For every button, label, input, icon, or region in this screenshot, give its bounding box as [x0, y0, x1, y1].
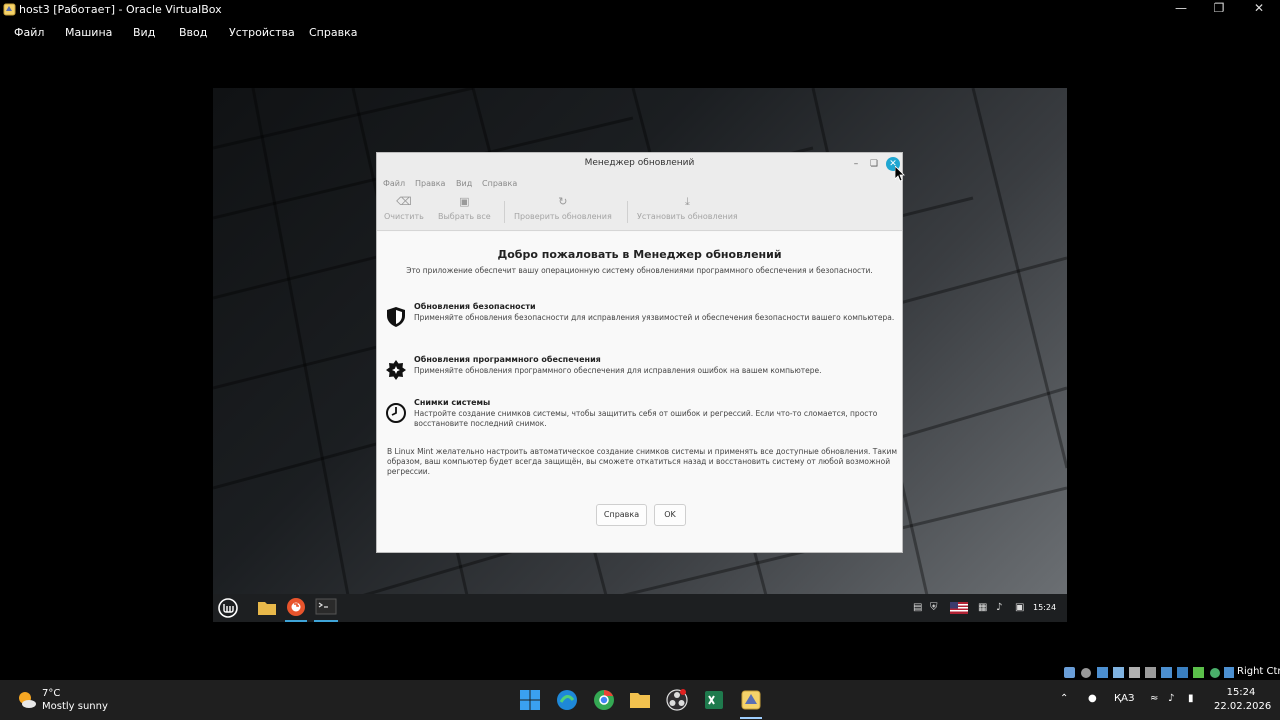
feature-snapshots: Снимки системы Настройте создание снимко…: [385, 398, 895, 438]
um-menu-view[interactable]: Вид: [456, 179, 472, 188]
file-explorer-icon[interactable]: [628, 688, 652, 712]
toolbar-separator: [627, 201, 628, 223]
edge-icon[interactable]: [555, 688, 579, 712]
vbox-menu-input[interactable]: Ввод: [179, 26, 207, 39]
close-icon[interactable]: ✕: [1244, 1, 1274, 19]
select-all-icon: ▣: [459, 195, 470, 208]
recommendation-note: В Linux Mint желательно настроить автома…: [387, 447, 898, 476]
mouse-cursor-icon: [895, 166, 905, 182]
windows-taskbar: 7°C Mostly sunny ⌃ ● ҚАЗ ≈ ♪ ▮ 15:24 22.…: [0, 680, 1280, 720]
feature-software: Обновления программного обеспечения Прим…: [385, 355, 895, 387]
files-icon[interactable]: [257, 598, 277, 618]
windows-start-icon[interactable]: [518, 688, 542, 712]
gear-star-icon: [386, 360, 406, 380]
us-flag-icon[interactable]: [950, 602, 968, 614]
um-title-bar[interactable]: Менеджер обновлений – ❏ ✕: [377, 153, 902, 175]
um-menubar: Файл Правка Вид Справка: [377, 175, 902, 193]
firefox-taskbar-item[interactable]: [285, 596, 307, 622]
select-all-button[interactable]: ▣ Выбрать все: [438, 195, 491, 221]
active-indicator: [285, 620, 307, 622]
lock-icon[interactable]: ▣: [1015, 602, 1024, 613]
vbox-menu-machine[interactable]: Машина: [65, 26, 112, 39]
welcome-content: Добро пожаловать в Менеджер обновлений Э…: [377, 232, 902, 552]
vbox-window-title: host3 [Работает] - Oracle VirtualBox: [19, 3, 222, 16]
battery-icon[interactable]: ▮: [1188, 693, 1194, 704]
ok-button[interactable]: OK: [654, 504, 686, 526]
um-menu-file[interactable]: Файл: [383, 179, 405, 188]
mint-clock[interactable]: 15:24: [1033, 603, 1056, 612]
firefox-icon: [287, 598, 305, 616]
um-minimize-icon[interactable]: –: [849, 157, 863, 171]
vbox-menu-devices[interactable]: Устройства: [229, 26, 295, 39]
help-button[interactable]: Справка: [596, 504, 647, 526]
terminal-taskbar-item[interactable]: [314, 596, 338, 622]
terminal-icon: [315, 598, 337, 615]
excel-like-icon[interactable]: [702, 688, 726, 712]
vbox-status-bar: Right Ctrl: [1062, 664, 1280, 680]
obs-icon[interactable]: [665, 688, 689, 712]
clear-button[interactable]: ⌫ Очистить: [384, 195, 424, 221]
um-menu-help[interactable]: Справка: [482, 179, 517, 188]
vbox-menu-help[interactable]: Справка: [309, 26, 357, 39]
mint-panel: ▤ ⛨ ▦ ♪ ▣ 15:24: [213, 594, 1067, 622]
network-icon[interactable]: ▦: [978, 602, 987, 613]
chevron-up-icon[interactable]: ⌃: [1060, 693, 1068, 704]
um-toolbar: ⌫ Очистить ▣ Выбрать все ↻ Проверить обн…: [377, 193, 902, 231]
update-manager-window: Менеджер обновлений – ❏ ✕ Файл Правка Ви…: [376, 152, 903, 553]
shield-icon: [387, 307, 405, 327]
um-window-title: Менеджер обновлений: [584, 158, 695, 168]
active-indicator: [740, 717, 762, 719]
speaker-icon[interactable]: ♪: [1168, 693, 1174, 704]
check-updates-button[interactable]: ↻ Проверить обновления: [514, 195, 612, 221]
um-maximize-icon[interactable]: ❏: [867, 157, 881, 171]
feature-title: Обновления безопасности: [414, 302, 536, 311]
install-updates-button[interactable]: ⤓ Установить обновления: [637, 195, 738, 221]
active-indicator: [314, 620, 338, 622]
mint-menu-icon[interactable]: [218, 598, 238, 618]
clipboard-icon[interactable]: ▤: [913, 602, 922, 613]
host-desktop: host3 [Работает] - Oracle VirtualBox — ❐…: [0, 0, 1280, 720]
clock-date: 22.02.2026: [1214, 701, 1272, 712]
shield-tray-icon[interactable]: ⛨: [930, 602, 938, 613]
weather-temp: 7°C: [42, 688, 61, 699]
vbox-device-icons: [1064, 667, 1234, 678]
feature-title: Снимки системы: [414, 398, 491, 407]
refresh-icon: ↻: [558, 195, 568, 208]
weather-desc: Mostly sunny: [42, 701, 108, 712]
clear-icon: ⌫: [396, 195, 412, 208]
volume-icon[interactable]: ♪: [996, 602, 1002, 613]
clock-icon: [386, 403, 406, 423]
download-icon: ⤓: [684, 195, 690, 208]
um-menu-edit[interactable]: Правка: [415, 179, 445, 188]
welcome-title: Добро пожаловать в Менеджер обновлений: [497, 248, 782, 261]
microphone-icon[interactable]: ●: [1088, 693, 1097, 704]
feature-title: Обновления программного обеспечения: [414, 355, 601, 364]
vbox-menu-view[interactable]: Вид: [133, 26, 155, 39]
feature-desc: Настройте создание снимков системы, чтоб…: [414, 409, 878, 428]
minimize-icon[interactable]: —: [1166, 1, 1196, 19]
host-key-label: Right Ctrl: [1237, 666, 1280, 677]
sun-cloud-icon: [19, 692, 36, 708]
welcome-intro: Это приложение обеспечит вашу операционн…: [406, 266, 873, 275]
vbox-menu-file[interactable]: Файл: [14, 26, 44, 39]
vbox-title-bar: host3 [Работает] - Oracle VirtualBox — ❐…: [0, 0, 1280, 20]
language-indicator[interactable]: ҚАЗ: [1114, 693, 1134, 704]
virtualbox-taskbar-icon[interactable]: [739, 688, 763, 712]
feature-desc: Применяйте обновления программного обесп…: [414, 366, 822, 375]
feature-security: Обновления безопасности Применяйте обнов…: [385, 302, 895, 342]
virtualbox-icon: [3, 3, 16, 16]
chrome-icon[interactable]: [592, 688, 616, 712]
toolbar-separator: [504, 201, 505, 223]
windows-clock[interactable]: 15:24 22.02.2026: [1214, 686, 1272, 714]
restore-icon[interactable]: ❐: [1204, 1, 1234, 19]
clock-time: 15:24: [1226, 687, 1256, 698]
feature-desc: Применяйте обновления безопасности для и…: [414, 313, 895, 322]
wifi-icon[interactable]: ≈: [1150, 693, 1158, 704]
